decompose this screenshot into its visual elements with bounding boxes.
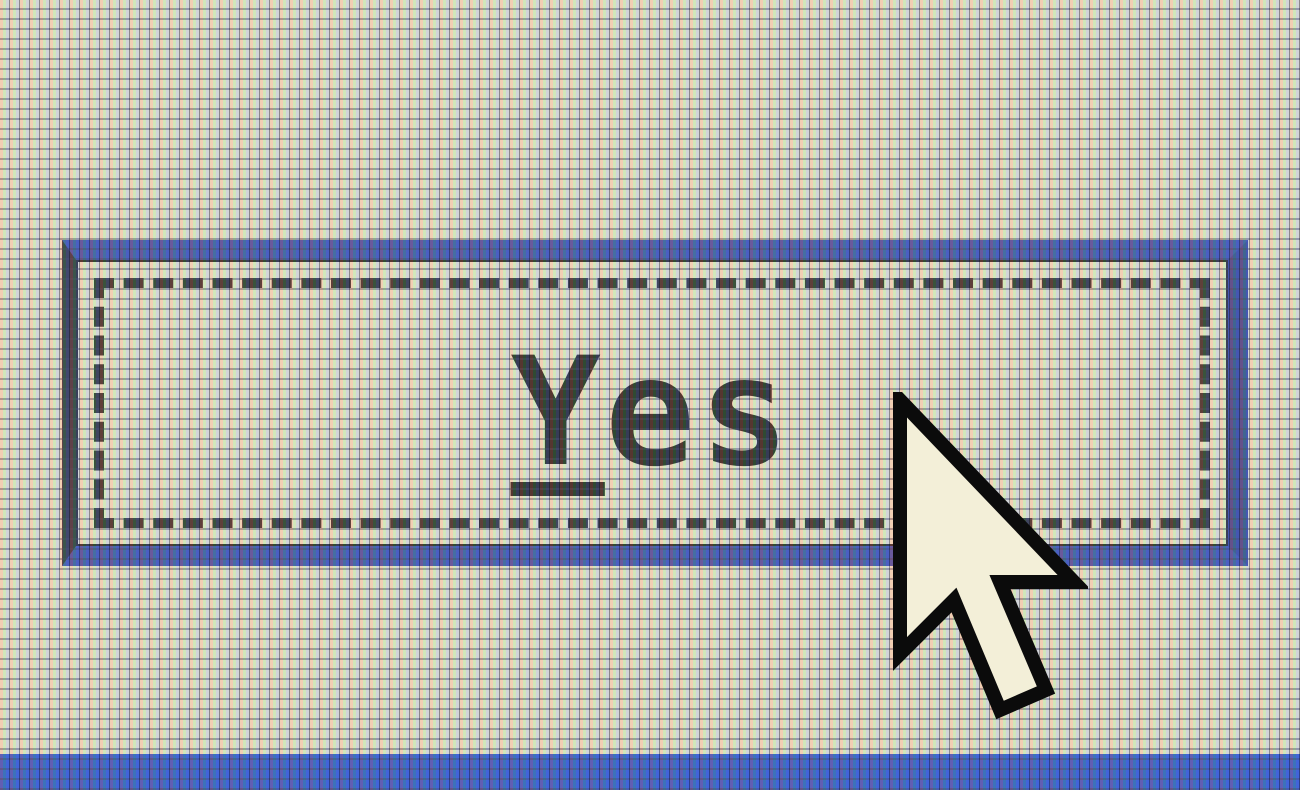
bottom-blue-strip [0, 754, 1300, 790]
magnified-screen: Yes [0, 0, 1300, 790]
arrow-pointer-icon [893, 392, 1088, 720]
label-remainder: es [604, 326, 794, 500]
mnemonic-underline-letter: Y [510, 326, 605, 500]
